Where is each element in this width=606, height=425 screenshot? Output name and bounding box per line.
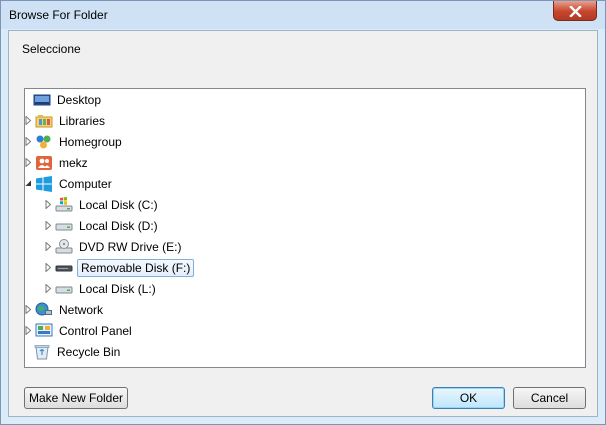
tree-item-local-disk-d[interactable]: Local Disk (D:): [45, 216, 160, 236]
tree-item-label: Local Disk (D:): [79, 219, 158, 233]
computer-icon: [35, 176, 53, 192]
homegroup-icon: [35, 134, 53, 150]
tree-item-desktop[interactable]: Desktop: [33, 90, 103, 110]
hard-drive-icon: [55, 281, 73, 297]
tree-item-dvd-rw-drive-e[interactable]: DVD RW Drive (E:): [45, 237, 183, 257]
window-title: Browse For Folder: [9, 8, 108, 22]
recycle-bin-icon: [33, 344, 51, 360]
tree-item-label: Network: [59, 303, 104, 317]
tree-item-recycle-bin[interactable]: Recycle Bin: [33, 342, 122, 362]
make-new-folder-button[interactable]: Make New Folder: [24, 387, 128, 409]
cancel-button[interactable]: Cancel: [513, 387, 586, 409]
close-button[interactable]: [553, 1, 597, 21]
expand-arrow-icon[interactable]: [25, 153, 35, 173]
tree-item-computer[interactable]: Computer: [25, 174, 114, 194]
expand-arrow-icon[interactable]: [25, 132, 35, 152]
tree-item-label: Desktop: [57, 93, 102, 107]
tree-item-label: Local Disk (C:): [79, 198, 158, 212]
network-icon: [35, 302, 53, 318]
expand-arrow-icon[interactable]: [43, 258, 55, 278]
removable-drive-icon: [55, 260, 73, 276]
dvd-drive-icon: [55, 239, 73, 255]
tree-item-label: Local Disk (L:): [79, 282, 156, 296]
browse-for-folder-dialog: Browse For Folder Seleccione Desktop Lib…: [0, 0, 606, 425]
folder-tree[interactable]: Desktop Libraries Homegroup mekz Compute…: [24, 88, 586, 368]
expand-arrow-icon[interactable]: [43, 195, 55, 215]
collapse-arrow-icon[interactable]: [25, 174, 35, 194]
tree-item-label: Homegroup: [59, 135, 122, 149]
user-folder-icon: [35, 155, 53, 171]
close-icon: [569, 6, 582, 17]
expand-arrow-icon[interactable]: [43, 279, 55, 299]
expand-arrow-icon[interactable]: [43, 237, 55, 257]
tree-item-label: mekz: [59, 156, 88, 170]
tree-item-libraries[interactable]: Libraries: [25, 111, 107, 131]
control-panel-icon: [35, 323, 53, 339]
dialog-body: Seleccione Desktop Libraries Homegroup m…: [8, 30, 598, 417]
expand-arrow-icon[interactable]: [25, 321, 35, 341]
ok-button[interactable]: OK: [432, 387, 505, 409]
tree-item-mekz[interactable]: mekz: [25, 153, 90, 173]
tree-item-label: Libraries: [59, 114, 106, 128]
hard-drive-icon: [55, 218, 73, 234]
desktop-icon: [33, 92, 51, 108]
expand-arrow-icon[interactable]: [43, 216, 55, 236]
tree-item-local-disk-l[interactable]: Local Disk (L:): [45, 279, 158, 299]
tree-item-label: Control Panel: [59, 324, 132, 338]
title-bar[interactable]: Browse For Folder: [1, 1, 605, 29]
prompt-label: Seleccione: [22, 42, 81, 56]
tree-item-label: Recycle Bin: [57, 345, 121, 359]
expand-arrow-icon[interactable]: [25, 111, 35, 131]
tree-item-label: Computer: [59, 177, 112, 191]
system-drive-icon: [55, 197, 73, 213]
tree-item-removable-disk-f[interactable]: Removable Disk (F:): [45, 258, 195, 278]
tree-item-local-disk-c[interactable]: Local Disk (C:): [45, 195, 160, 215]
tree-item-label: DVD RW Drive (E:): [79, 240, 182, 254]
tree-item-network[interactable]: Network: [25, 300, 105, 320]
tree-item-homegroup[interactable]: Homegroup: [25, 132, 124, 152]
tree-item-control-panel[interactable]: Control Panel: [25, 321, 134, 341]
tree-item-label: Removable Disk (F:): [77, 259, 195, 277]
expand-arrow-icon[interactable]: [25, 300, 35, 320]
libraries-icon: [35, 113, 53, 129]
